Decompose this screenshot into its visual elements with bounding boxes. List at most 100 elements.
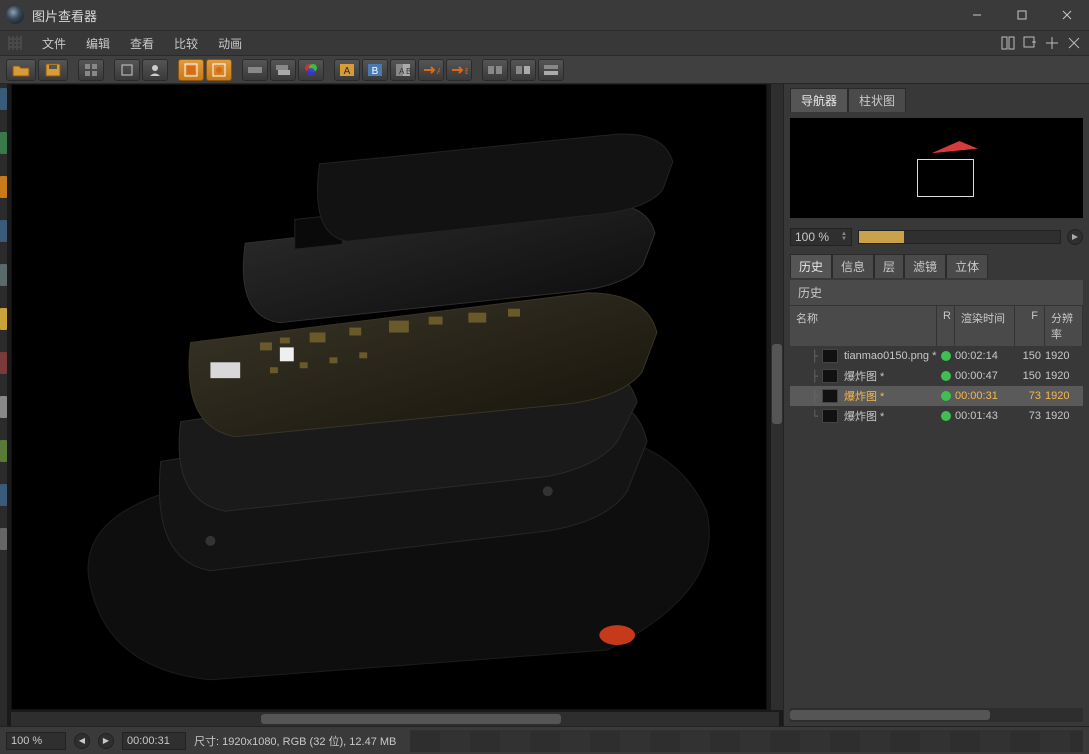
tab-navigator[interactable]: 导航器: [790, 88, 848, 112]
history-columns: 名称 R 渲染时间 F 分辨率: [790, 305, 1083, 346]
history-title: 历史: [790, 280, 1083, 305]
label-a-icon[interactable]: A: [334, 59, 360, 81]
stereo-2-icon[interactable]: [510, 59, 536, 81]
svg-text:A: A: [399, 67, 405, 76]
svg-text:B: B: [465, 67, 468, 76]
tab-filter[interactable]: 滤镜: [904, 254, 946, 278]
row-res: 1920: [1045, 350, 1083, 362]
swap-a-icon[interactable]: A: [418, 59, 444, 81]
prev-button[interactable]: ◀: [74, 733, 90, 749]
zoom-input[interactable]: 100 % ▲▼: [790, 228, 852, 246]
status-dot-icon: [941, 411, 951, 421]
row-thumb-icon: [822, 409, 838, 423]
history-row[interactable]: ├tianmao0150.png *00:02:141501920: [790, 346, 1083, 366]
row-frames: 150: [1015, 370, 1045, 382]
tab-layer[interactable]: 层: [874, 254, 904, 278]
svg-text:B: B: [372, 66, 379, 77]
col-res[interactable]: 分辨率: [1045, 306, 1083, 346]
history-body: ├tianmao0150.png *00:02:141501920├爆炸图 *0…: [790, 346, 1083, 706]
tab-info[interactable]: 信息: [832, 254, 874, 278]
open-button[interactable]: [6, 59, 36, 81]
layout-icon[interactable]: [999, 34, 1017, 52]
menu-view[interactable]: 查看: [120, 31, 164, 56]
channel-alpha-icon[interactable]: [206, 59, 232, 81]
status-info: 尺寸: 1920x1080, RGB (32 位), 12.47 MB: [194, 733, 396, 749]
status-dot-icon: [941, 391, 951, 401]
tab-histogram[interactable]: 柱状图: [848, 88, 906, 112]
svg-text:A: A: [437, 67, 440, 76]
move-icon[interactable]: [1043, 34, 1061, 52]
grip-icon: [8, 36, 22, 50]
row-name: 爆炸图 *: [842, 408, 941, 424]
history-row[interactable]: └爆炸图 *00:01:43731920: [790, 406, 1083, 426]
app-icon: [6, 6, 24, 24]
row-thumb-icon: [822, 349, 838, 363]
row-thumb-icon: [822, 369, 838, 383]
viewport[interactable]: [11, 84, 767, 710]
row-thumb-icon: [822, 389, 838, 403]
zoom-play-button[interactable]: [1067, 229, 1083, 245]
minimize-button[interactable]: [954, 0, 999, 30]
multi-layer-icon[interactable]: [270, 59, 296, 81]
status-zoom[interactable]: 100 %: [6, 732, 66, 750]
menu-edit[interactable]: 编辑: [76, 31, 120, 56]
statusbar: 100 % ◀ ▶ 00:00:31 尺寸: 1920x1080, RGB (3…: [0, 726, 1089, 754]
row-time: 00:00:31: [955, 390, 1015, 402]
menu-file[interactable]: 文件: [32, 31, 76, 56]
navigator-preview[interactable]: [790, 118, 1083, 218]
history-row[interactable]: ├爆炸图 *00:00:31731920: [790, 386, 1083, 406]
rgb-circles-icon[interactable]: [298, 59, 324, 81]
row-frames: 73: [1015, 390, 1045, 402]
stereo-1-icon[interactable]: [482, 59, 508, 81]
row-time: 00:02:14: [955, 350, 1015, 362]
status-dot-icon: [941, 351, 951, 361]
row-time: 00:01:43: [955, 410, 1015, 422]
row-frames: 73: [1015, 410, 1045, 422]
tab-history[interactable]: 历史: [790, 254, 832, 278]
col-f[interactable]: F: [1015, 306, 1045, 346]
stepper-icon[interactable]: ▲▼: [841, 232, 847, 242]
grid-icon[interactable]: [78, 59, 104, 81]
titlebar: 图片查看器: [0, 0, 1089, 30]
history-row[interactable]: ├爆炸图 *00:00:471501920: [790, 366, 1083, 386]
svg-text:A: A: [344, 66, 351, 77]
render-image: [12, 85, 766, 709]
menu-compare[interactable]: 比较: [164, 31, 208, 56]
swap-b-icon[interactable]: B: [446, 59, 472, 81]
row-res: 1920: [1045, 370, 1083, 382]
save-button[interactable]: [38, 59, 68, 81]
window-title: 图片查看器: [32, 6, 97, 25]
status-dot-icon: [941, 371, 951, 381]
single-layer-icon[interactable]: [242, 59, 268, 81]
crop-icon[interactable]: [114, 59, 140, 81]
menu-anim[interactable]: 动画: [208, 31, 252, 56]
tab-stereo[interactable]: 立体: [946, 254, 988, 278]
label-b-icon[interactable]: B: [362, 59, 388, 81]
thumbnail-strip: [410, 730, 1083, 752]
new-panel-icon[interactable]: [1021, 34, 1039, 52]
maximize-button[interactable]: [999, 0, 1044, 30]
col-time[interactable]: 渲染时间: [955, 306, 1015, 346]
zoom-slider[interactable]: [858, 230, 1061, 244]
right-panel: 导航器 柱状图 100 % ▲▼ 历史 信息 层 滤镜 立体 历史 名称 R: [783, 84, 1089, 726]
zoom-value: 100 %: [795, 230, 829, 244]
stereo-3-icon[interactable]: [538, 59, 564, 81]
row-name: tianmao0150.png *: [842, 350, 941, 362]
viewport-hscroll[interactable]: [11, 712, 779, 726]
col-name[interactable]: 名称: [790, 306, 937, 346]
toolbar: A B AB A B: [0, 56, 1089, 84]
play-button[interactable]: ▶: [98, 733, 114, 749]
col-r[interactable]: R: [937, 306, 955, 346]
close-panel-icon[interactable]: [1065, 34, 1083, 52]
status-time[interactable]: 00:00:31: [122, 732, 186, 750]
channel-rgb-icon[interactable]: [178, 59, 204, 81]
person-icon[interactable]: [142, 59, 168, 81]
viewport-vscroll[interactable]: [771, 84, 783, 710]
history-hscroll[interactable]: [790, 708, 1083, 722]
close-button[interactable]: [1044, 0, 1089, 30]
row-name: 爆炸图 *: [842, 388, 941, 404]
row-name: 爆炸图 *: [842, 368, 941, 384]
compare-ab-icon[interactable]: AB: [390, 59, 416, 81]
row-time: 00:00:47: [955, 370, 1015, 382]
row-res: 1920: [1045, 390, 1083, 402]
